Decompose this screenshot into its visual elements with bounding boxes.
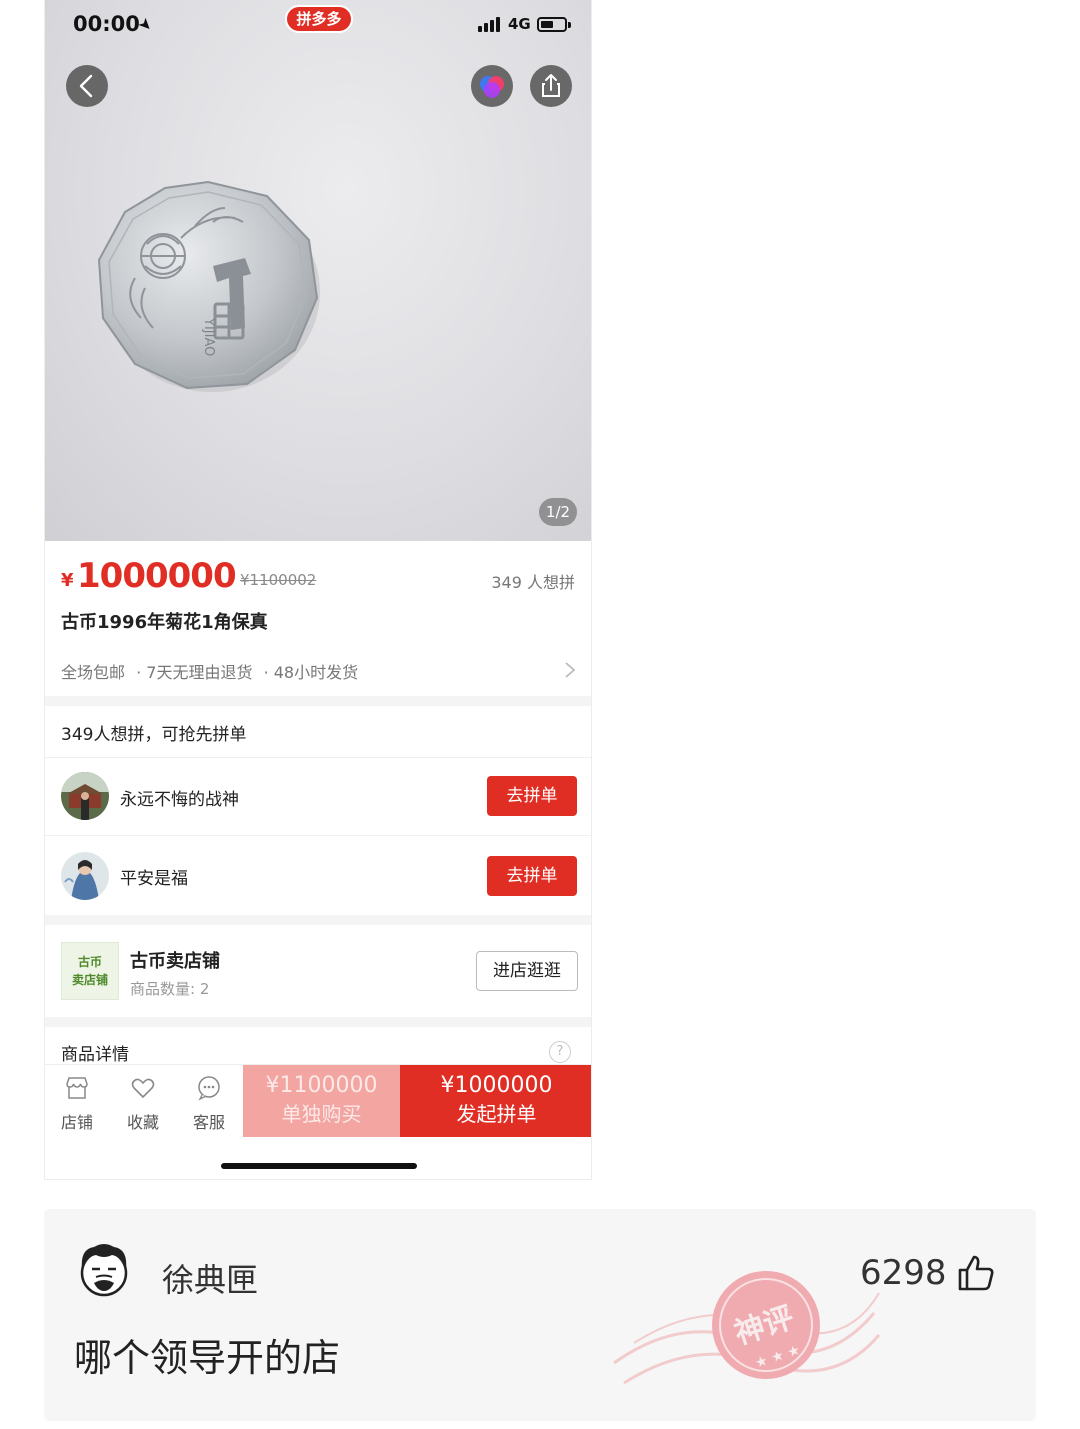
service-return: · 7天无理由退货 (136, 663, 253, 682)
like-count: 6298 (860, 1253, 947, 1293)
signal-icon (478, 16, 504, 32)
tab-favorite[interactable]: 收藏 (115, 1065, 171, 1137)
visit-shop-button[interactable]: 进店逛逛 (476, 951, 578, 991)
section-divider (45, 915, 591, 925)
tab-service-label: 客服 (192, 1113, 225, 1132)
product-page-screenshot: 00:00 ➤ 拼多多 4G YIJIAO 1/2 ¥ 1000000 ¥110… (44, 0, 592, 1180)
commenter-name[interactable]: 徐典匣 (162, 1255, 258, 1301)
group-buy-button[interactable]: ¥1000000 发起拼单 (400, 1065, 591, 1137)
service-delivery: · 48小时发货 (263, 663, 359, 682)
tab-store-label: 店铺 (60, 1113, 93, 1132)
solo-buy-label: 单独购买 (281, 1102, 362, 1126)
comment-card: 徐典匣 神评 ★ ★ ★ 6298 哪个领导开的店 (44, 1209, 1036, 1421)
join-group-button[interactable]: 去拼单 (487, 776, 577, 816)
store-icon (66, 1077, 88, 1099)
service-free-shipping: 全场包邮 (61, 663, 126, 682)
share-icon (542, 74, 560, 97)
group-buy-header: 349人想拼，可抢先拼单 (61, 725, 247, 745)
currency-symbol: ¥ (61, 570, 74, 591)
section-divider (45, 696, 591, 706)
share-button[interactable] (530, 65, 572, 107)
group-name: 平安是福 (120, 869, 188, 889)
divider-line (45, 835, 591, 836)
group-name: 永远不悔的战神 (120, 790, 239, 810)
color-wheel-icon (480, 76, 504, 98)
status-time: 00:00 (73, 12, 140, 36)
shop-name: 古币卖店铺 (130, 951, 220, 972)
thumbs-up-icon[interactable] (956, 1253, 996, 1293)
battery-tip (568, 22, 571, 28)
tab-service[interactable]: 客服 (181, 1065, 237, 1137)
shop-product-count: 商品数量: 2 (130, 980, 210, 998)
battery-icon (537, 17, 567, 32)
tab-favorite-label: 收藏 (126, 1113, 159, 1132)
original-price: ¥1100002 (240, 571, 317, 589)
coin-photo: YIJIAO (97, 180, 320, 392)
gallery-page-indicator: 1/2 (539, 498, 577, 526)
commenter-avatar[interactable] (72, 1239, 136, 1303)
want-count: 349 人想拼 (491, 573, 575, 592)
solo-buy-price: ¥1100000 (265, 1073, 378, 1098)
shop-logo: 古币 卖店铺 (61, 942, 119, 1000)
service-row[interactable]: 全场包邮 · 7天无理由退货 · 48小时发货 (61, 659, 364, 683)
product-details-header: 商品详情 (61, 1045, 129, 1065)
svg-text:YIJIAO: YIJIAO (201, 317, 216, 356)
color-wheel-button[interactable] (471, 65, 513, 107)
product-image-gallery[interactable]: 00:00 ➤ 拼多多 4G YIJIAO 1/2 (45, 0, 591, 541)
bottom-action-bar: 店铺 收藏 客服 ¥1100000 单独购买 ¥1000000 发起拼单 (45, 1064, 591, 1137)
tab-store[interactable]: 店铺 (49, 1065, 105, 1137)
group-buy-price: ¥1000000 (440, 1073, 553, 1098)
group-buy-label: 发起拼单 (456, 1102, 537, 1126)
chevron-right-icon (565, 662, 576, 678)
chat-icon (198, 1076, 220, 1101)
chevron-left-icon (79, 74, 93, 98)
back-button[interactable] (66, 65, 108, 107)
avatar (61, 852, 109, 900)
group-price: 1000000 (77, 556, 237, 596)
solo-buy-button[interactable]: ¥1100000 单独购买 (243, 1065, 400, 1137)
join-group-button[interactable]: 去拼单 (487, 856, 577, 896)
heart-icon (131, 1078, 155, 1099)
comment-text: 哪个领导开的店 (74, 1336, 341, 1380)
network-label: 4G (508, 15, 531, 33)
help-icon[interactable]: ? (549, 1041, 571, 1063)
avatar (61, 772, 109, 820)
divider-line (45, 757, 591, 758)
app-badge: 拼多多 (285, 5, 353, 33)
stamp-icon: 神评 ★ ★ ★ (613, 1271, 881, 1385)
product-title: 古币1996年菊花1角保真 (61, 612, 268, 633)
section-divider (45, 1017, 591, 1027)
home-indicator (221, 1163, 417, 1169)
